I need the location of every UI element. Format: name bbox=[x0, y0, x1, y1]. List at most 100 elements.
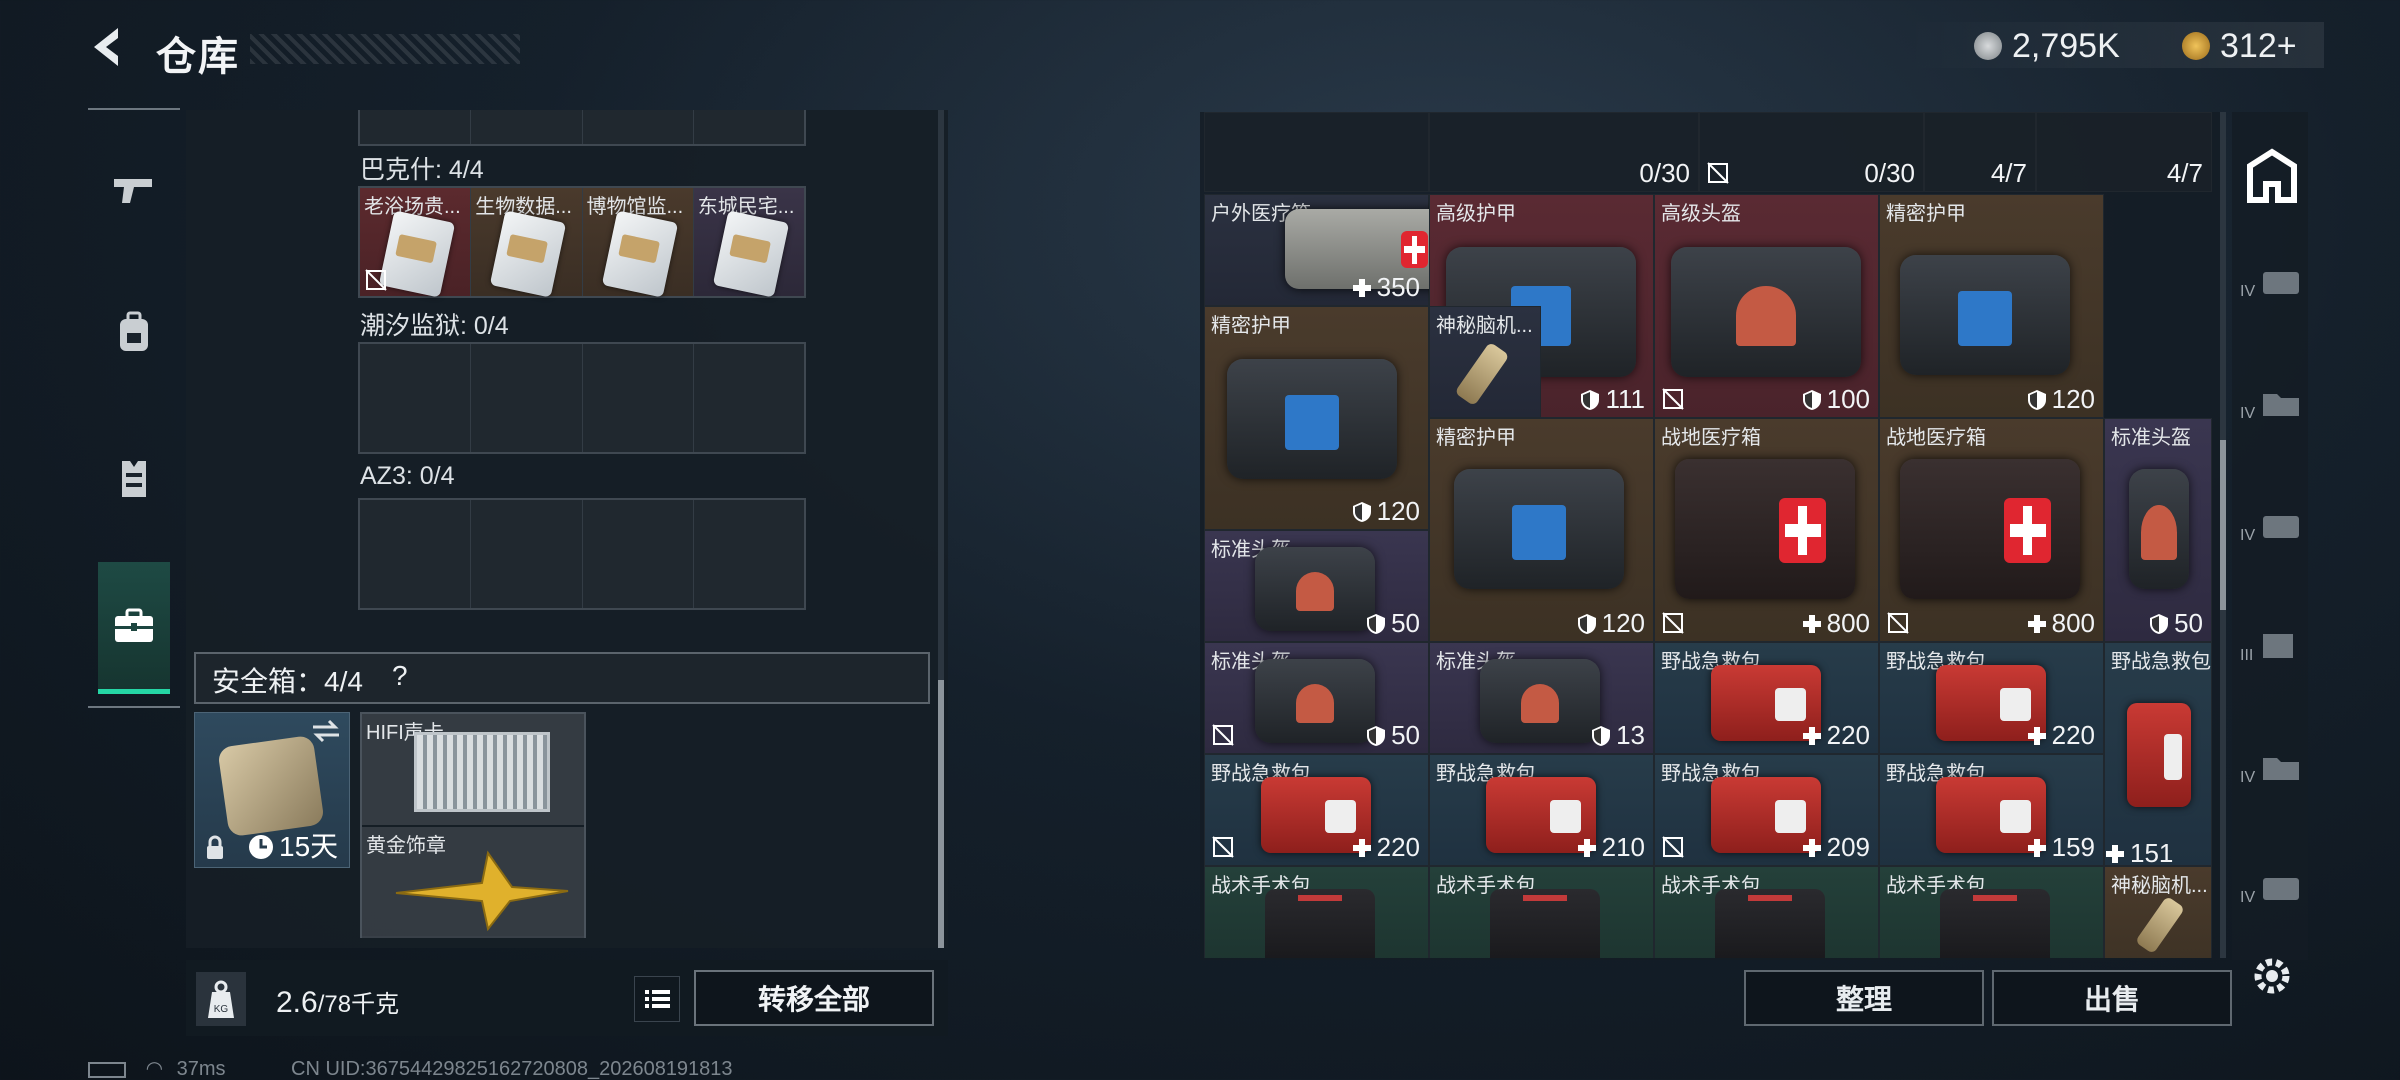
item-precision-armor[interactable]: 精密护甲 120 bbox=[1879, 194, 2104, 418]
value-text: 210 bbox=[1601, 832, 1645, 862]
item-outdoor-medkit[interactable]: 户外医疗箱 350 bbox=[1204, 194, 1455, 306]
shield-icon bbox=[1581, 389, 1600, 410]
empty-slot[interactable] bbox=[582, 344, 694, 452]
tab-tier: IV bbox=[2240, 527, 2256, 544]
tab-iv-3[interactable]: IV bbox=[2240, 510, 2304, 570]
safe-box-image bbox=[217, 734, 325, 838]
item-surgery-kit[interactable]: 战术手术包 bbox=[1429, 866, 1654, 958]
value-text: 800 bbox=[1826, 608, 1870, 638]
tab-iv-4[interactable]: IV bbox=[2240, 752, 2304, 812]
gold-amount[interactable]: 312+ bbox=[2220, 27, 2297, 66]
item-standard-helmet[interactable]: 标准头盔 13 bbox=[1429, 642, 1654, 754]
item-first-aid-kit[interactable]: 野战急救包 220 bbox=[1654, 642, 1879, 754]
item-mystery-chip[interactable]: 神秘脑机... bbox=[2104, 866, 2212, 958]
grid-cell[interactable]: 4/7 bbox=[2036, 112, 2212, 192]
nav-briefcase[interactable] bbox=[98, 562, 170, 694]
item-name: 标准头盔 bbox=[2111, 427, 2191, 449]
heal-icon bbox=[1802, 614, 1821, 633]
sell-button[interactable]: 出售 bbox=[1992, 970, 2232, 1026]
gear-icon[interactable] bbox=[2248, 952, 2296, 1000]
empty-slot[interactable] bbox=[360, 344, 472, 452]
no-sell-icon bbox=[1707, 162, 1729, 184]
item-first-aid-kit[interactable]: 野战急救包 209 bbox=[1654, 754, 1879, 866]
item-surgery-kit[interactable]: 战术手术包 bbox=[1879, 866, 2104, 958]
nav-vest[interactable] bbox=[98, 424, 170, 534]
slot[interactable] bbox=[360, 110, 472, 144]
list-view-button[interactable] bbox=[634, 976, 680, 1022]
heal-icon bbox=[1352, 838, 1371, 857]
slot[interactable] bbox=[693, 110, 804, 144]
slot[interactable] bbox=[582, 110, 694, 144]
grid-cell[interactable]: 0/30 bbox=[1429, 112, 1699, 192]
back-arrow-icon[interactable] bbox=[84, 22, 134, 72]
item-standard-helmet[interactable]: 标准头盔 50 bbox=[1204, 530, 1429, 642]
item-mystery-chip[interactable]: 神秘脑机... bbox=[1429, 306, 1541, 418]
empty-slot[interactable] bbox=[693, 500, 804, 608]
key-card-slot[interactable]: 博物馆监... bbox=[582, 188, 694, 298]
key-card-slot[interactable]: 东城民宅... bbox=[693, 188, 804, 298]
help-icon[interactable]: ? bbox=[392, 660, 408, 692]
nav-backpack[interactable] bbox=[98, 278, 170, 388]
empty-slot[interactable] bbox=[582, 500, 694, 608]
key-card-image bbox=[490, 210, 567, 298]
transfer-all-button[interactable]: 转移全部 bbox=[694, 970, 934, 1026]
empty-slot[interactable] bbox=[471, 500, 583, 608]
heal-icon bbox=[2027, 614, 2046, 633]
item-field-medkit[interactable]: 战地医疗箱 800 bbox=[1879, 418, 2104, 642]
empty-slot[interactable] bbox=[693, 344, 804, 452]
key-card-image bbox=[601, 210, 678, 298]
armor-image bbox=[1227, 359, 1397, 479]
value-text: 50 bbox=[1391, 608, 1420, 638]
grid-cell[interactable]: 0/30 bbox=[1699, 112, 1924, 192]
weight-current: 2.6 bbox=[276, 986, 318, 1019]
wifi-icon: ◠ bbox=[145, 1058, 164, 1080]
helmet-image bbox=[1671, 247, 1861, 377]
safe-box-container[interactable]: 15天 bbox=[194, 712, 350, 868]
no-sell-icon bbox=[1662, 612, 1684, 634]
safe-box-items: HIFI声卡 黄金饰章 bbox=[360, 712, 586, 938]
tab-iv-1[interactable]: IV bbox=[2240, 266, 2304, 326]
weight-max: /78千克 bbox=[317, 991, 400, 1018]
heal-icon bbox=[2027, 838, 2046, 857]
grid-cell[interactable] bbox=[1204, 112, 1429, 192]
value-text: 220 bbox=[2051, 720, 2095, 750]
empty-slot[interactable] bbox=[360, 500, 472, 608]
item-standard-helmet[interactable]: 标准头盔 50 bbox=[1204, 642, 1429, 754]
item-name: 战地医疗箱 bbox=[1661, 427, 1761, 449]
slot[interactable] bbox=[471, 110, 583, 144]
key-card-slot[interactable]: 生物数据... bbox=[471, 188, 583, 298]
key-card-slot[interactable]: 老浴场贵... bbox=[360, 188, 472, 298]
tab-tier: IV bbox=[2240, 405, 2256, 422]
home-icon[interactable] bbox=[2240, 146, 2304, 206]
surgery-kit-image bbox=[1265, 889, 1375, 958]
item-field-medkit[interactable]: 战地医疗箱 800 bbox=[1654, 418, 1879, 642]
inventory-grid: 0/30 0/30 4/7 4/7 户外医疗箱 350 高级护甲 111 高级头… bbox=[1204, 112, 2216, 958]
swap-icon[interactable] bbox=[311, 719, 341, 743]
safe-item-gold-badge[interactable]: 黄金饰章 bbox=[362, 827, 584, 938]
tab-iv-2[interactable]: IV bbox=[2240, 388, 2304, 448]
item-first-aid-kit[interactable]: 野战急救包 159 bbox=[1879, 754, 2104, 866]
item-standard-helmet[interactable]: 标准头盔 50 bbox=[2104, 418, 2212, 642]
item-precision-armor[interactable]: 精密护甲 120 bbox=[1429, 418, 1654, 642]
item-first-aid-kit[interactable]: 野战急救包 bbox=[2104, 642, 2212, 866]
item-first-aid-kit[interactable]: 野战急救包 220 bbox=[1879, 642, 2104, 754]
medkit-image bbox=[1900, 459, 2080, 599]
item-precision-armor[interactable]: 精密护甲 120 bbox=[1204, 306, 1429, 530]
safe-item-hifi[interactable]: HIFI声卡 bbox=[362, 714, 584, 825]
item-first-aid-kit[interactable]: 野战急救包 210 bbox=[1429, 754, 1654, 866]
tab-iv-5[interactable]: IV bbox=[2240, 872, 2304, 932]
item-surgery-kit[interactable]: 战术手术包 bbox=[1654, 866, 1879, 958]
empty-slot[interactable] bbox=[471, 344, 583, 452]
grid-cell[interactable]: 4/7 bbox=[1924, 112, 2036, 192]
item-surgery-kit[interactable]: 战术手术包 bbox=[1204, 866, 1429, 958]
item-advanced-helmet[interactable]: 高级头盔 100 bbox=[1654, 194, 1879, 418]
item-name: 高级头盔 bbox=[1661, 203, 1741, 225]
value-text: 50 bbox=[2174, 608, 2203, 638]
stash-scrollbar-thumb[interactable] bbox=[938, 680, 944, 948]
nav-weapon[interactable] bbox=[98, 134, 170, 244]
item-first-aid-kit[interactable]: 野战急救包 220 bbox=[1204, 754, 1429, 866]
shield-icon bbox=[1577, 613, 1596, 634]
inventory-scrollbar-thumb[interactable] bbox=[2220, 440, 2226, 610]
tab-iii[interactable]: III bbox=[2240, 630, 2304, 690]
sort-button[interactable]: 整理 bbox=[1744, 970, 1984, 1026]
